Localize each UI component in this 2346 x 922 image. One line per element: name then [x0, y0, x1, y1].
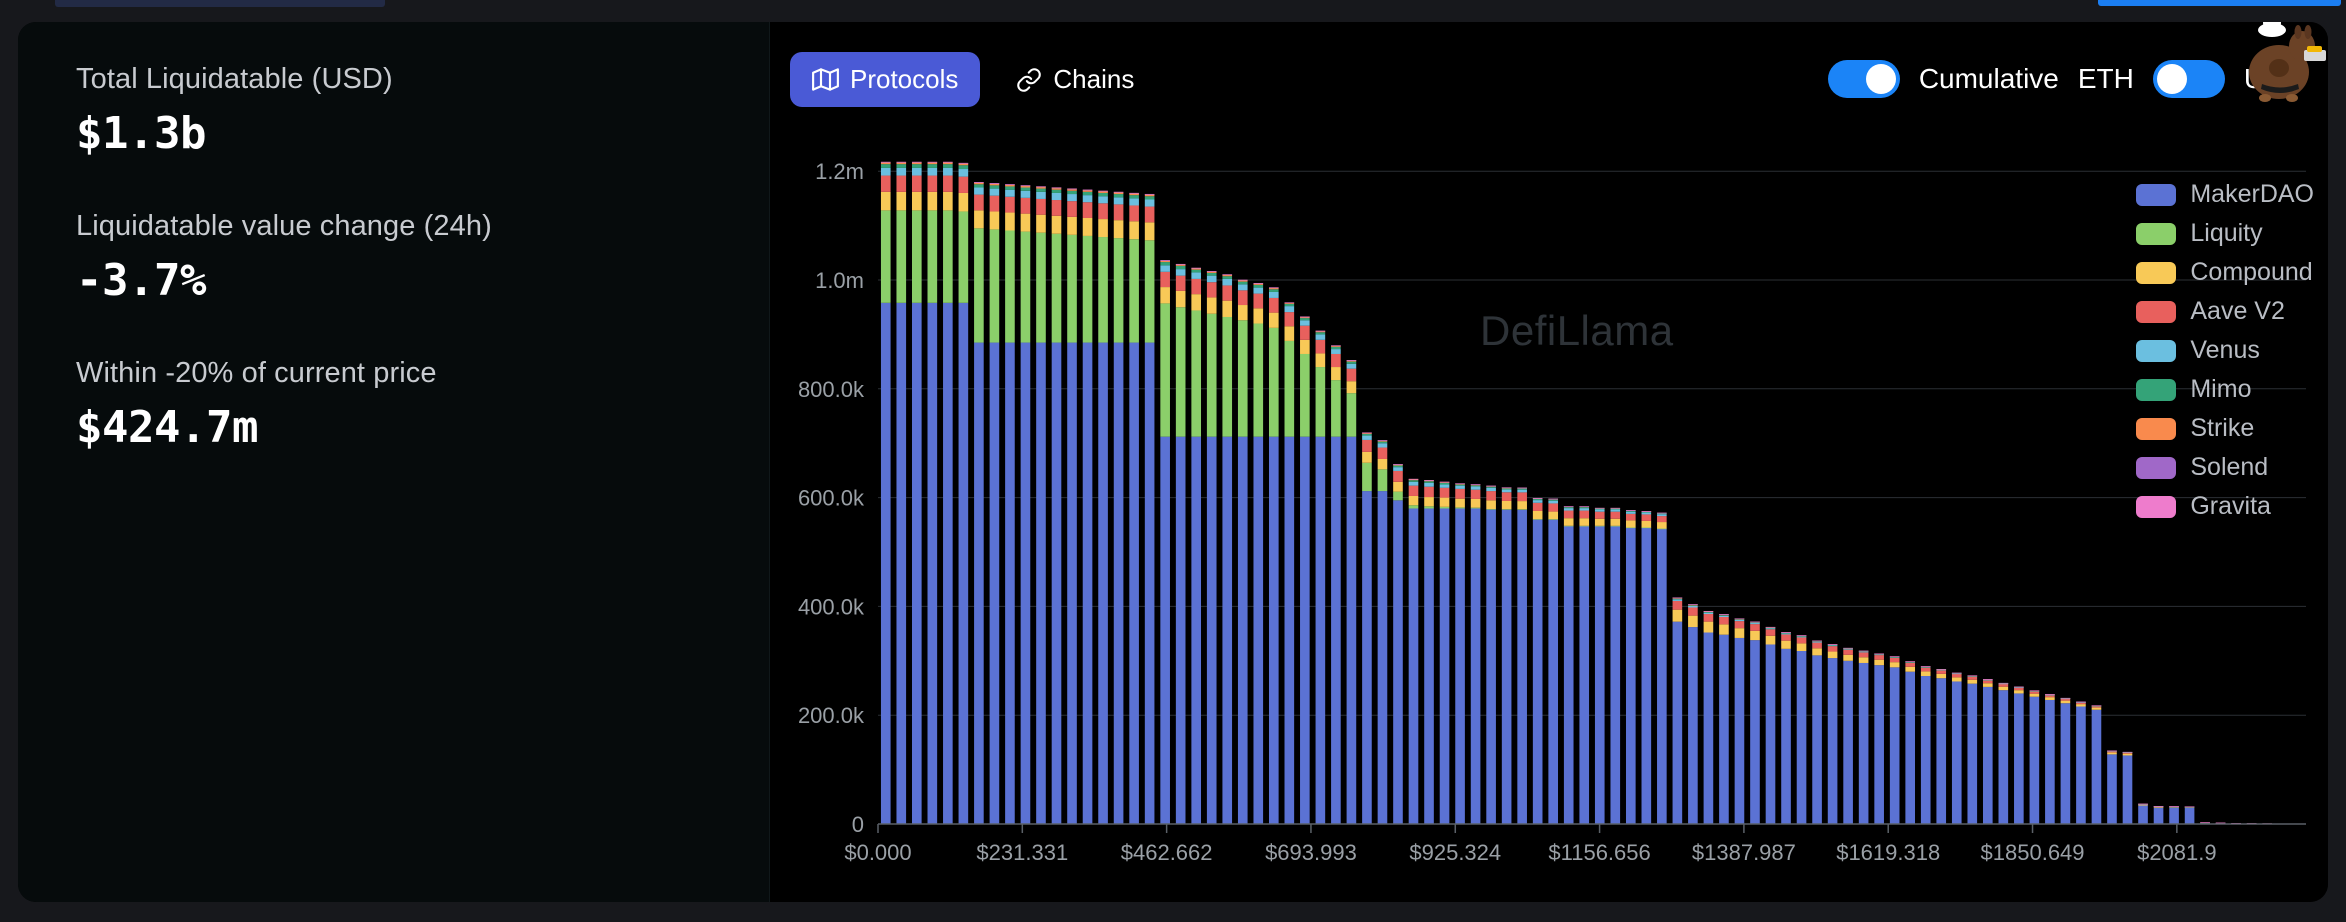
svg-text:200.0k: 200.0k [798, 703, 865, 728]
legend-label: Aave V2 [2190, 297, 2285, 325]
toggle-knob [1865, 64, 1896, 94]
chart-toolbar: Protocols Chains Cumulative ETH USD [770, 22, 2328, 132]
tab-protocols[interactable]: Protocols [790, 52, 981, 107]
chart-legend: MakerDAO Liquity Compound Aave V2 Venus [2136, 180, 2314, 521]
legend-label: Strike [2190, 414, 2255, 442]
legend-label: Mimo [2190, 375, 2252, 403]
svg-text:$693.993: $693.993 [1265, 840, 1357, 865]
stat-total-liquidatable: Total Liquidatable (USD) $1.3b [76, 60, 769, 159]
stat-within-20-percent: Within -20% of current price $424.7m [76, 354, 769, 453]
legend-item[interactable]: Venus [2136, 336, 2314, 365]
svg-text:1.2m: 1.2m [815, 159, 864, 184]
stacked-bar-chart[interactable]: 0 200.0k 400.0k 600.0k 800.0k 1.0m 1.2m $0.000 $… [770, 132, 2328, 902]
currency-toggle-left-label: ETH [2077, 63, 2134, 94]
legend-swatch [2136, 261, 2177, 284]
legend-swatch [2136, 417, 2177, 440]
stat-value-change-24h: Liquidatable value change (24h) -3.7% [76, 207, 769, 306]
liquidations-dashboard-card: Total Liquidatable (USD) $1.3b Liquidata… [18, 22, 2328, 902]
svg-text:0: 0 [852, 812, 864, 837]
svg-text:400.0k: 400.0k [798, 594, 865, 619]
svg-text:$1387.987: $1387.987 [1692, 840, 1796, 865]
legend-item[interactable]: Gravita [2136, 492, 2314, 521]
legend-swatch [2136, 456, 2177, 479]
legend-item[interactable]: Aave V2 [2136, 297, 2314, 326]
svg-text:$2081.9: $2081.9 [2137, 840, 2217, 865]
stat-label: Liquidatable value change (24h) [76, 210, 492, 243]
view-tab-group: Protocols Chains [790, 52, 1156, 107]
legend-label: Gravita [2190, 492, 2271, 520]
tab-label: Chains [1053, 64, 1135, 94]
legend-swatch [2136, 183, 2177, 206]
svg-text:$1156.656: $1156.656 [1548, 840, 1650, 865]
legend-item[interactable]: Solend [2136, 453, 2314, 482]
stat-label: Within -20% of current price [76, 357, 437, 390]
legend-item[interactable]: MakerDAO [2136, 180, 2314, 209]
legend-item[interactable]: Liquity [2136, 219, 2314, 248]
liquidations-chart-panel: Protocols Chains Cumulative ETH USD 0 20… [770, 22, 2328, 902]
legend-label: Solend [2190, 453, 2269, 481]
svg-text:$231.331: $231.331 [976, 840, 1068, 865]
svg-text:$0.000: $0.000 [844, 840, 911, 865]
legend-swatch [2136, 222, 2177, 245]
toggle-knob [2156, 64, 2187, 94]
stat-value: -3.7% [76, 255, 206, 307]
browser-progress-bar-right [2098, 0, 2341, 6]
legend-item[interactable]: Mimo [2136, 375, 2314, 404]
browser-tab-indicator-left [55, 0, 385, 7]
legend-item[interactable]: Compound [2136, 258, 2314, 287]
svg-text:$1850.649: $1850.649 [1981, 840, 2085, 865]
svg-text:600.0k: 600.0k [798, 486, 865, 511]
legend-swatch [2136, 378, 2177, 401]
stat-value: $1.3b [76, 108, 206, 160]
legend-label: Liquity [2190, 219, 2263, 247]
cumulative-toggle-label: Cumulative [1918, 63, 2059, 94]
legend-label: Venus [2190, 336, 2260, 364]
chart-options-toggles: Cumulative ETH USD [1827, 60, 2303, 98]
svg-text:$925.324: $925.324 [1409, 840, 1501, 865]
plot-area[interactable]: 0 200.0k 400.0k 600.0k 800.0k 1.0m 1.2m $0.000 $… [770, 132, 2328, 902]
legend-swatch [2136, 300, 2177, 323]
tab-label: Protocols [850, 64, 959, 94]
svg-text:1.0m: 1.0m [815, 268, 864, 293]
svg-text:$462.662: $462.662 [1121, 840, 1213, 865]
legend-label: MakerDAO [2190, 180, 2314, 208]
legend-swatch [2136, 339, 2177, 362]
legend-item[interactable]: Strike [2136, 414, 2314, 443]
currency-toggle-right-label: USD [2243, 63, 2303, 94]
svg-text:$1619.318: $1619.318 [1836, 840, 1940, 865]
browser-chrome-strip [0, 0, 2346, 22]
legend-label: Compound [2190, 258, 2313, 286]
stat-value: $424.7m [76, 402, 258, 454]
map-icon [812, 66, 839, 93]
tab-chains[interactable]: Chains [994, 52, 1156, 107]
legend-swatch [2136, 495, 2177, 518]
summary-stats-panel: Total Liquidatable (USD) $1.3b Liquidata… [18, 22, 770, 902]
link-icon [1016, 67, 1042, 93]
stat-label: Total Liquidatable (USD) [76, 63, 393, 95]
svg-text:800.0k: 800.0k [798, 377, 865, 402]
cumulative-toggle[interactable] [1827, 60, 1900, 98]
currency-toggle[interactable] [2152, 60, 2225, 98]
